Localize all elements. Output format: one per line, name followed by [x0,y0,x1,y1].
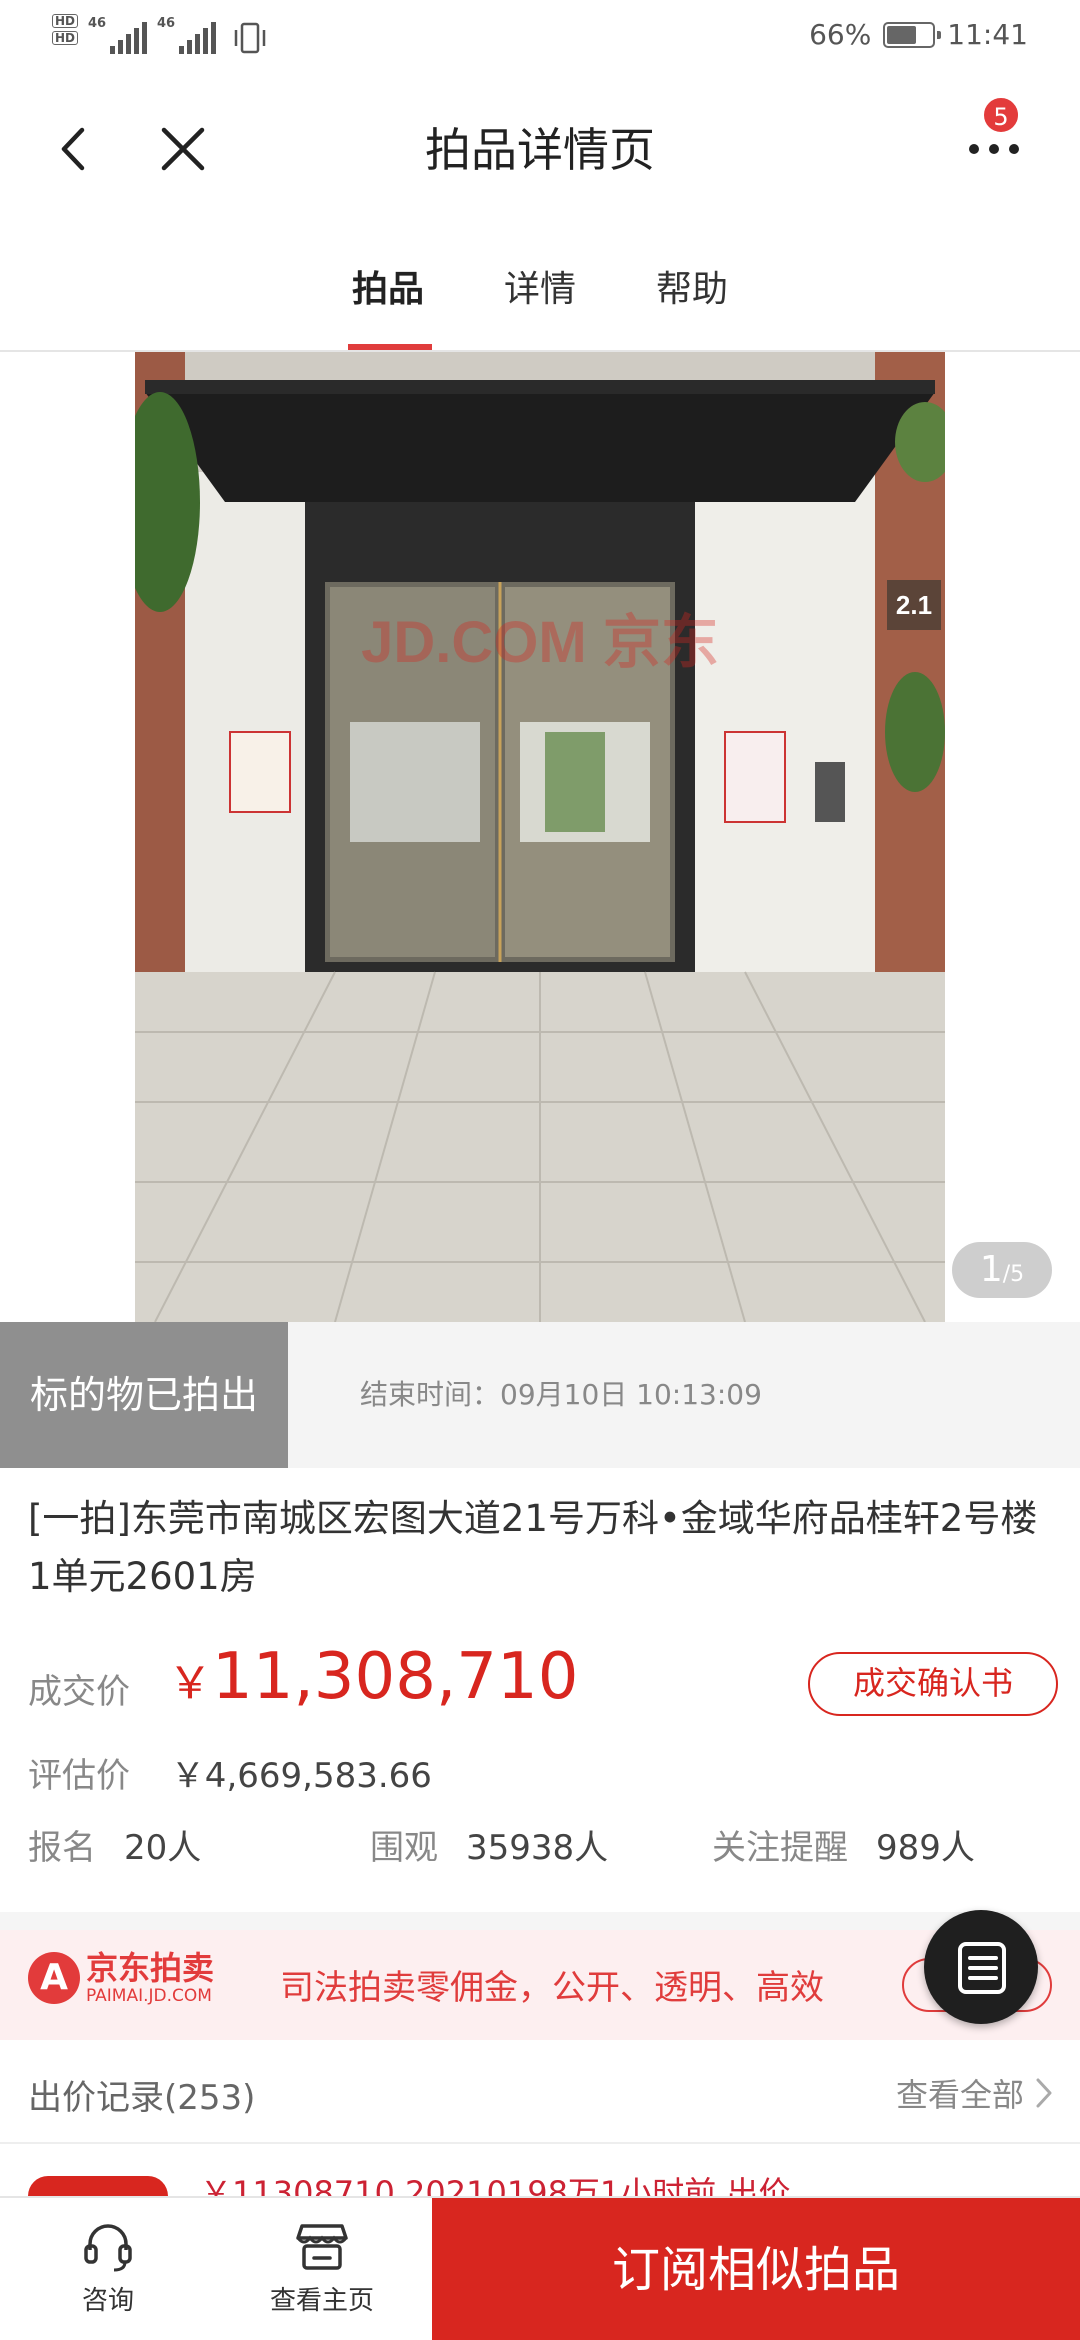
floating-menu-button[interactable] [924,1910,1038,2024]
subscribe-similar-button[interactable]: 订阅相似拍品 [432,2198,1080,2340]
signal-strength-icon: 46 [157,14,217,54]
status-bar: HD HD 46 46 66% 11:41 [0,0,1080,76]
hd-badge: HD [52,31,79,45]
battery-icon [883,21,942,48]
deal-price-row: 成交价 ￥11,308,710 成交确认书 [28,1640,1058,1730]
currency-symbol: ￥ [168,1658,212,1709]
view-homepage-button[interactable]: 查看主页 [222,2198,422,2340]
bottom-action-bar: 咨询 查看主页 订阅相似拍品 [0,2196,1080,2340]
jd-auction-logo-icon: A [28,1952,80,2004]
deal-price: ￥11,308,710 [168,1640,578,1714]
bid-record-title: 出价记录(253) [28,2078,256,2118]
sold-status-badge: 标的物已拍出 [0,1322,288,1468]
tab-help[interactable]: 帮助 [656,260,728,312]
battery-percent: 66% [809,18,872,51]
watermark: JD.COM 京东 [361,610,719,675]
deal-price-value: 11,308,710 [212,1640,579,1714]
jd-auction-logo: A 京东拍卖 PAIMAI.JD.COM [28,1950,214,2006]
stat-value: 20人 [124,1828,202,1868]
deal-price-label: 成交价 [28,1672,130,1712]
stat-followers: 关注提醒 989人 [712,1820,975,1869]
photo-gallery[interactable]: 2.1 JD.COM 京东 1/5 [0,352,1080,1322]
page-total: /5 [1002,1262,1025,1287]
promo-slogan: 司法拍卖零佣金，公开、透明、高效 [280,1968,824,2008]
stat-value: 35938人 [466,1828,609,1868]
property-photo[interactable]: 2.1 JD.COM 京东 [135,352,945,1322]
headset-icon [84,2224,132,2272]
section-divider [0,1912,1080,1930]
auction-status-row: 标的物已拍出 结束时间：09月10日 10:13:09 [0,1322,1080,1468]
stat-value: 989人 [876,1828,975,1868]
stats-row: 报名 20人 围观 35938人 关注提醒 989人 [28,1820,1058,1870]
chevron-right-icon [1036,2078,1052,2108]
logo-text-cn: 京东拍卖 [86,1949,215,1987]
bid-record-header[interactable]: 出价记录(253) 查看全部 [0,2040,1080,2144]
hd-indicators: HD HD [52,14,79,45]
stat-registrations: 报名 20人 [28,1820,201,1869]
clock: 11:41 [947,18,1028,51]
end-time: 结束时间：09月10日 10:13:09 [360,1378,762,1411]
battery-level [887,25,917,44]
evaluation-price-value: ￥4,669,583.66 [170,1756,432,1796]
evaluation-price-row: 评估价 ￥4,669,583.66 [28,1748,432,1797]
page-current: 1 [979,1249,1003,1290]
bid-record-row: ￥11308710 20210198万1小时前 出价 [0,2156,1080,2196]
page-title: 拍品详情页 [425,123,655,177]
building-number-sign: 2.1 [896,590,932,620]
notification-badge: 5 [982,96,1020,134]
network-type-label: 46 [88,16,107,31]
view-all-link[interactable]: 查看全部 [896,2070,1024,2116]
logo-text-en: PAIMAI.JD.COM [86,1986,212,2006]
promo-banner[interactable]: A 京东拍卖 PAIMAI.JD.COM 司法拍卖零佣金，公开、透明、高效 [0,1930,1080,2040]
tab-item[interactable]: 拍品 [352,260,424,312]
homepage-label: 查看主页 [269,2286,374,2316]
stat-label: 围观 [370,1828,438,1868]
store-icon [296,2224,348,2270]
consult-button[interactable]: 咨询 [8,2198,208,2340]
status-indicators: HD HD 46 46 [52,14,268,56]
page-indicator: 1/5 [952,1242,1052,1298]
active-tab-indicator [348,344,432,350]
network-type-label: 46 [157,16,176,31]
consult-label: 咨询 [81,2286,134,2316]
stat-views: 围观 35938人 [370,1820,608,1869]
vibrate-icon [234,22,266,54]
hd-badge: HD [52,14,79,28]
bid-tag [28,2176,168,2196]
tab-details[interactable]: 详情 [504,260,576,312]
deal-confirmation-button[interactable]: 成交确认书 [808,1652,1058,1716]
stat-label: 关注提醒 [712,1828,848,1868]
stat-label: 报名 [28,1828,96,1868]
bid-record-text: ￥11308710 20210198万1小时前 出价 [200,2174,791,2196]
evaluation-price-label: 评估价 [28,1756,130,1796]
navigation-bar: 拍品详情页 5 [0,76,1080,222]
status-right: 66% 11:41 [809,18,1028,51]
item-title: [一拍]东莞市南城区宏图大道21号万科•金域华府品桂轩2号楼1单元2601房 [28,1497,1038,1598]
tab-bar: 拍品 详情 帮助 [0,222,1080,352]
list-menu-icon [958,1942,1006,1994]
more-menu-button[interactable]: 5 [956,96,1036,182]
signal-strength-icon: 46 [88,14,148,54]
